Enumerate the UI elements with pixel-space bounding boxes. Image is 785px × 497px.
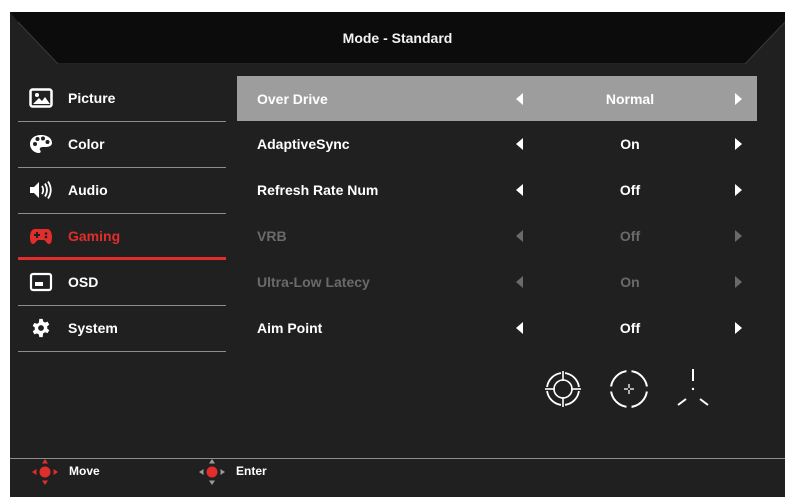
gear-icon (29, 318, 53, 338)
menu-item-gaming[interactable]: Gaming (18, 214, 226, 260)
arrow-left-icon (516, 230, 523, 242)
setting-row-aim-point[interactable]: Aim Point Off (237, 305, 757, 351)
speaker-icon (29, 180, 53, 200)
arrow-right-icon[interactable] (735, 93, 742, 105)
enter-label: Enter (236, 464, 267, 478)
arrow-right-icon[interactable] (735, 322, 742, 334)
menu-item-system[interactable]: System (18, 306, 226, 352)
arrow-left-icon[interactable] (516, 322, 523, 334)
page-title: Mode - Standard (342, 30, 453, 46)
aim-point-options (543, 367, 723, 417)
setting-row-refresh-rate-num[interactable]: Refresh Rate Num Off (237, 167, 757, 213)
menu-item-audio[interactable]: Audio (18, 168, 226, 214)
palette-icon (29, 134, 53, 154)
arrow-left-icon[interactable] (516, 138, 523, 150)
osd-header: Mode - Standard (10, 12, 785, 64)
gamepad-icon (29, 226, 53, 246)
setting-name: AdaptiveSync (257, 136, 350, 152)
menu-item-label: System (68, 320, 118, 336)
joystick-enter-icon (197, 457, 227, 487)
footer-divider (10, 458, 785, 459)
arrow-left-icon[interactable] (516, 184, 523, 196)
joystick-move-icon (30, 457, 60, 487)
setting-value: Off (619, 182, 641, 198)
arrow-right-icon[interactable] (735, 184, 742, 196)
menu-item-picture[interactable]: Picture (18, 76, 226, 122)
setting-value: On (620, 274, 640, 290)
crosshair-circle-icon[interactable] (543, 367, 583, 411)
menu-item-label: Gaming (68, 228, 121, 244)
setting-name: Ultra-Low Latecy (257, 274, 370, 290)
menu-item-label: Color (68, 136, 105, 152)
main-menu: Picture Color Audio Gaming OSD System (18, 76, 226, 352)
menu-item-label: OSD (68, 274, 99, 290)
setting-row-ultra-low-latency: Ultra-Low Latecy On (237, 259, 757, 305)
setting-row-adaptivesync[interactable]: AdaptiveSync On (237, 121, 757, 167)
crosshair-tri-icon[interactable] (673, 367, 713, 413)
arrow-left-icon (516, 276, 523, 288)
gaming-settings-list: Over Drive Normal AdaptiveSync On Refres… (237, 76, 757, 351)
setting-name: Aim Point (257, 320, 323, 336)
setting-value: On (620, 136, 640, 152)
menu-item-label: Audio (68, 182, 108, 198)
setting-name: VRB (257, 228, 287, 244)
crosshair-dot-icon[interactable] (607, 367, 651, 411)
menu-item-label: Picture (68, 90, 116, 106)
setting-value: Normal (605, 91, 655, 107)
osd-window-icon (29, 272, 53, 292)
setting-name: Refresh Rate Num (257, 182, 379, 198)
setting-row-vrb: VRB Off (237, 213, 757, 259)
menu-item-osd[interactable]: OSD (18, 260, 226, 306)
arrow-right-icon (735, 276, 742, 288)
arrow-left-icon[interactable] (516, 93, 523, 105)
setting-name: Over Drive (257, 91, 328, 107)
arrow-right-icon[interactable] (735, 138, 742, 150)
menu-item-color[interactable]: Color (18, 122, 226, 168)
setting-value: Off (619, 320, 641, 336)
setting-value: Off (619, 228, 641, 244)
move-label: Move (69, 464, 100, 478)
setting-row-over-drive[interactable]: Over Drive Normal (237, 76, 757, 121)
arrow-right-icon (735, 230, 742, 242)
picture-icon (29, 88, 53, 108)
osd-panel: Mode - Standard Picture Color Audio Gami… (10, 12, 785, 497)
